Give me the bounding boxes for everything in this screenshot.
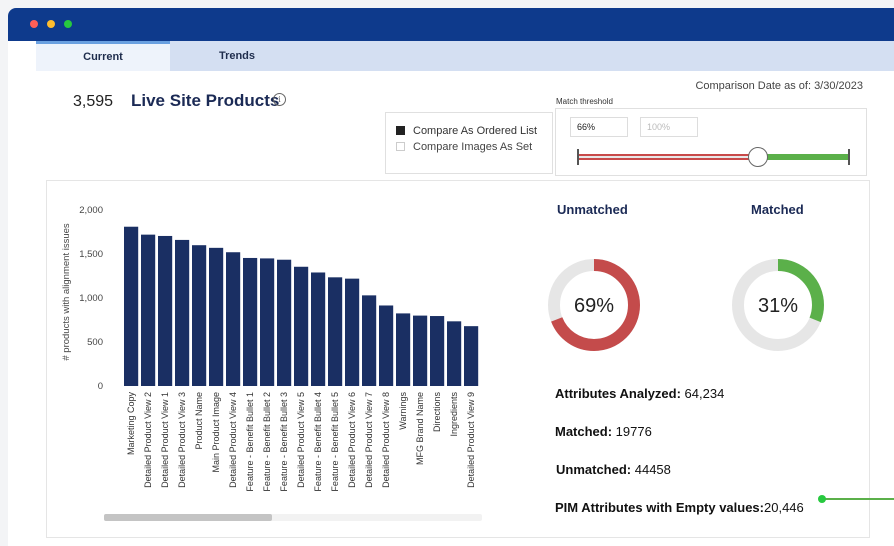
maximize-window-button[interactable] [64, 20, 72, 28]
checkbox-unchecked-icon[interactable] [396, 142, 405, 151]
info-icon[interactable]: i [273, 93, 286, 106]
empty-values-stat: PIM Attributes with Empty values:20,446 [555, 500, 804, 515]
connector-line [822, 498, 894, 500]
matched-stat-value: 19776 [612, 424, 652, 439]
threshold-value-input[interactable]: 66% [570, 117, 628, 137]
tab-bar: Current Trends [36, 41, 894, 71]
match-threshold-label: Match threshold [556, 97, 613, 106]
attributes-analyzed-stat: Attributes Analyzed: 64,234 [555, 386, 724, 401]
slider-track-matched [757, 154, 850, 160]
unmatched-stat-label: Unmatched: [556, 462, 632, 477]
match-threshold-panel: 66% 100% [555, 108, 867, 176]
minimize-window-button[interactable] [47, 20, 55, 28]
title-bar [8, 8, 894, 41]
compare-options-panel: Compare As Ordered List Compare Images A… [385, 112, 553, 174]
compare-ordered-list-option[interactable]: Compare As Ordered List [396, 125, 537, 137]
threshold-max-input[interactable]: 100% [640, 117, 698, 137]
threshold-slider[interactable] [577, 147, 850, 167]
close-window-button[interactable] [30, 20, 38, 28]
unmatched-stat: Unmatched: 44458 [556, 462, 671, 477]
main-panel [46, 180, 870, 538]
compare-ordered-list-label: Compare As Ordered List [413, 125, 538, 137]
slider-min-tick [577, 149, 579, 165]
tab-current[interactable]: Current [36, 41, 170, 71]
tab-trends[interactable]: Trends [170, 41, 304, 71]
matched-stat: Matched: 19776 [555, 424, 652, 439]
unmatched-stat-value: 44458 [631, 462, 671, 477]
attributes-analyzed-label: Attributes Analyzed: [555, 386, 681, 401]
slider-track-unmatched [578, 154, 758, 160]
connector-dot [818, 495, 826, 503]
compare-images-set-label: Compare Images As Set [413, 141, 533, 153]
checkbox-checked-icon[interactable] [396, 126, 405, 135]
matched-title: Matched [751, 202, 804, 217]
empty-values-label: PIM Attributes with Empty values: [555, 500, 764, 515]
slider-handle[interactable] [747, 147, 768, 167]
attributes-analyzed-value: 64,234 [680, 386, 725, 401]
matched-stat-label: Matched: [555, 424, 613, 439]
page-title: Live Site Products [131, 91, 280, 110]
unmatched-title: Unmatched [557, 202, 628, 217]
empty-values-value: 20,446 [764, 500, 804, 515]
slider-max-tick [848, 149, 850, 165]
chart-scrollbar-thumb[interactable] [104, 514, 272, 521]
comparison-date: Comparison Date as of: 3/30/2023 [695, 80, 863, 92]
product-count: 3,595 [73, 93, 114, 110]
compare-images-set-option[interactable]: Compare Images As Set [396, 141, 532, 153]
